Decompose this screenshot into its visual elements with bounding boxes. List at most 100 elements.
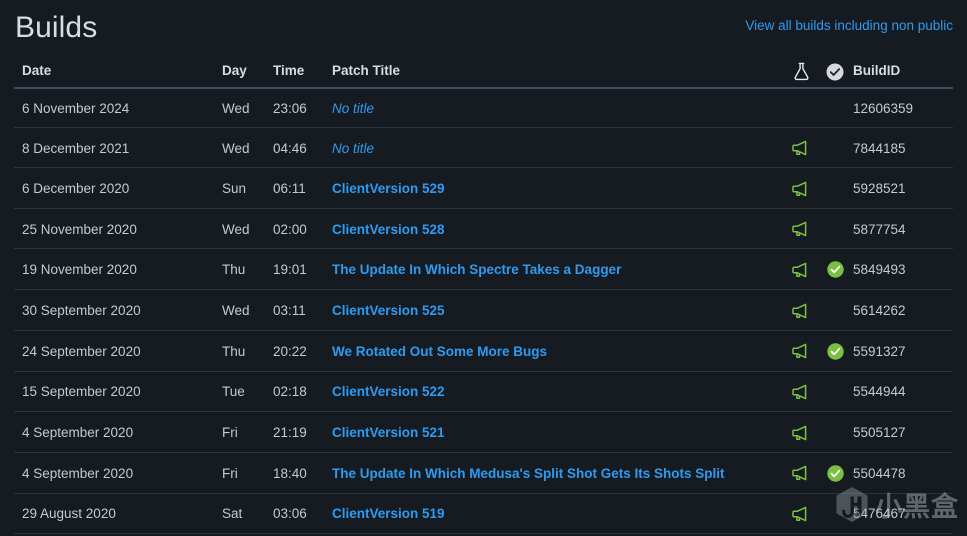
cell-time: 23:06 <box>273 88 332 128</box>
patch-title-link[interactable]: We Rotated Out Some More Bugs <box>332 344 547 359</box>
cell-buildid: 5591327 <box>853 330 953 372</box>
cell-time: 03:06 <box>273 493 332 535</box>
cell-patch-title: ClientVersion 528 <box>332 208 785 250</box>
column-header-day[interactable]: Day <box>222 56 273 89</box>
cell-megaphone <box>785 452 817 494</box>
cell-released <box>817 330 853 372</box>
table-row[interactable]: 6 November 2024 Wed 23:06 No title 12606359 <box>14 88 953 128</box>
cell-date: 6 November 2024 <box>14 88 222 128</box>
column-header-released[interactable] <box>817 56 853 89</box>
cell-date: 6 December 2020 <box>14 167 222 209</box>
cell-time: 02:18 <box>273 371 332 413</box>
table-row[interactable]: 4 September 2020 Fri 21:19 ClientVersion 52… <box>14 411 953 453</box>
table-row[interactable]: 4 September 2020 Fri 18:40 The Update In Wh… <box>14 452 953 494</box>
cell-date: 29 August 2020 <box>14 493 222 535</box>
table-header: Date Day Time Patch Title BuildID <box>14 56 953 89</box>
table-row[interactable]: 6 December 2020 Sun 06:11 ClientVersion 529… <box>14 167 953 209</box>
cell-patch-title: No title <box>332 127 785 169</box>
column-header-date[interactable]: Date <box>14 56 222 89</box>
cell-released <box>817 452 853 494</box>
table-row[interactable]: 25 November 2020 Wed 02:00 ClientVersion 52… <box>14 208 953 250</box>
patch-title-link[interactable]: ClientVersion 529 <box>332 181 445 196</box>
table-row[interactable]: 29 August 2020 Sat 03:06 ClientVersion 519 5… <box>14 493 953 535</box>
cell-megaphone <box>785 411 817 453</box>
megaphone-icon[interactable] <box>792 221 810 237</box>
cell-megaphone <box>785 371 817 413</box>
column-header-patch-title[interactable]: Patch Title <box>332 56 785 89</box>
cell-day: Wed <box>222 88 273 128</box>
patch-title-link[interactable]: ClientVersion 521 <box>332 425 445 440</box>
cell-time: 20:22 <box>273 330 332 372</box>
cell-date: 24 September 2020 <box>14 330 222 372</box>
megaphone-icon[interactable] <box>792 384 810 400</box>
megaphone-icon[interactable] <box>792 303 810 319</box>
table-body: 6 November 2024 Wed 23:06 No title 12606359 8… <box>14 88 953 536</box>
cell-patch-title: ClientVersion 522 <box>332 371 785 413</box>
cell-date: 4 September 2020 <box>14 411 222 453</box>
cell-time: 04:46 <box>273 127 332 169</box>
cell-patch-title: No title <box>332 88 785 128</box>
cell-released <box>817 371 853 413</box>
table-row[interactable]: 19 November 2020 Thu 19:01 The Update In Wh… <box>14 248 953 291</box>
table-row[interactable]: 15 September 2020 Tue 02:18 ClientVersion 5… <box>14 371 953 413</box>
table-header-row: Date Day Time Patch Title BuildID <box>14 56 953 89</box>
column-header-flask[interactable] <box>785 56 817 89</box>
cell-buildid: 5877754 <box>853 208 953 250</box>
cell-buildid: 5849493 <box>853 248 953 291</box>
patch-title-link[interactable]: The Update In Which Medusa's Split Shot … <box>332 466 725 481</box>
cell-buildid: 5928521 <box>853 167 953 209</box>
page-header: Builds View all builds including non pub… <box>0 0 967 56</box>
cell-date: 25 November 2020 <box>14 208 222 250</box>
patch-title-link[interactable]: ClientVersion 522 <box>332 384 445 399</box>
cell-released <box>817 411 853 453</box>
cell-megaphone <box>785 127 817 169</box>
flask-icon <box>793 62 810 81</box>
megaphone-icon[interactable] <box>792 465 810 481</box>
cell-megaphone <box>785 248 817 291</box>
cell-released <box>817 289 853 331</box>
cell-buildid: 5544944 <box>853 371 953 413</box>
megaphone-icon[interactable] <box>792 425 810 441</box>
table-row[interactable]: 24 September 2020 Thu 20:22 We Rotated Out … <box>14 330 953 372</box>
cell-patch-title: We Rotated Out Some More Bugs <box>332 330 785 372</box>
megaphone-icon[interactable] <box>792 343 810 359</box>
megaphone-icon[interactable] <box>792 181 810 197</box>
cell-buildid: 5505127 <box>853 411 953 453</box>
cell-released <box>817 88 853 128</box>
released-check-icon[interactable] <box>826 464 844 482</box>
released-check-icon[interactable] <box>826 343 844 360</box>
cell-buildid: 5504478 <box>853 452 953 494</box>
cell-patch-title: The Update In Which Spectre Takes a Dagg… <box>332 248 785 291</box>
cell-megaphone <box>785 167 817 209</box>
patch-title-link[interactable]: The Update In Which Spectre Takes a Dagg… <box>332 262 621 277</box>
cell-time: 19:01 <box>273 248 332 291</box>
cell-date: 30 September 2020 <box>14 289 222 331</box>
table-row[interactable]: 8 December 2021 Wed 04:46 No title 7844185 <box>14 127 953 169</box>
cell-released <box>817 208 853 250</box>
cell-day: Thu <box>222 248 273 291</box>
column-header-time[interactable]: Time <box>273 56 332 89</box>
cell-megaphone <box>785 493 817 535</box>
cell-time: 03:11 <box>273 289 332 331</box>
megaphone-icon[interactable] <box>792 506 810 522</box>
patch-title-link[interactable]: ClientVersion 528 <box>332 222 445 237</box>
cell-day: Tue <box>222 371 273 413</box>
cell-time: 18:40 <box>273 452 332 494</box>
patch-title-link[interactable]: ClientVersion 525 <box>332 303 445 318</box>
cell-released <box>817 493 853 535</box>
cell-date: 4 September 2020 <box>14 452 222 494</box>
cell-patch-title: ClientVersion 521 <box>332 411 785 453</box>
megaphone-icon[interactable] <box>792 262 810 278</box>
view-all-builds-link[interactable]: View all builds including non public <box>745 18 953 33</box>
released-check-icon[interactable] <box>826 261 844 279</box>
cell-day: Sun <box>222 167 273 209</box>
patch-title-link[interactable]: No title <box>332 101 374 116</box>
patch-title-link[interactable]: ClientVersion 519 <box>332 506 445 521</box>
megaphone-icon[interactable] <box>792 140 810 156</box>
builds-table: Date Day Time Patch Title BuildID 6 Nove… <box>14 56 953 536</box>
table-row[interactable]: 30 September 2020 Wed 03:11 ClientVersion 5… <box>14 289 953 331</box>
column-header-buildid[interactable]: BuildID <box>853 56 953 89</box>
patch-title-link[interactable]: No title <box>332 141 374 156</box>
cell-day: Thu <box>222 330 273 372</box>
cell-patch-title: ClientVersion 519 <box>332 493 785 535</box>
